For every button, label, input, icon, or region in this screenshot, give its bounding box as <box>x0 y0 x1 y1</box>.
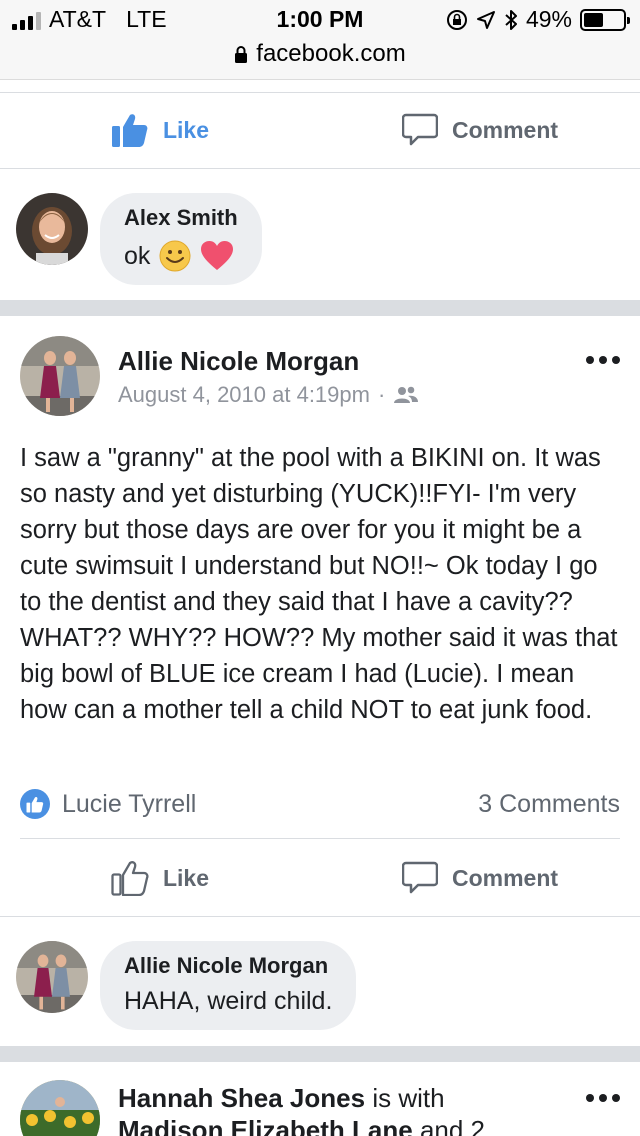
like-button[interactable]: Like <box>0 92 320 168</box>
dot <box>586 1094 594 1102</box>
status-right: 49% <box>446 6 630 33</box>
dot <box>599 356 607 364</box>
bluetooth-icon <box>505 9 517 30</box>
next-post-author[interactable]: Hannah Shea Jones <box>118 1083 365 1113</box>
address-bar[interactable]: facebook.com <box>0 40 640 68</box>
comment-button[interactable]: Comment <box>320 840 640 916</box>
comment-label: Comment <box>451 116 559 143</box>
avatar[interactable] <box>16 193 88 265</box>
smiley-emoji <box>159 240 191 272</box>
comment-bubble[interactable]: Allie Nicole Morgan HAHA, weird child. <box>100 941 357 1030</box>
reactions-summary[interactable]: Lucie Tyrrell <box>20 789 196 819</box>
more-options-button[interactable] <box>586 356 620 364</box>
comment-text: ok <box>124 239 238 273</box>
comment-button[interactable]: Comment <box>320 92 640 168</box>
avatar[interactable] <box>20 1080 100 1136</box>
battery-percent: 49% <box>525 6 572 32</box>
thumbs-up-outline-icon <box>111 861 149 896</box>
next-post-header: Hannah Shea Jones is with Madison Elizab… <box>20 1080 620 1136</box>
post-author[interactable]: Allie Nicole Morgan <box>118 346 359 377</box>
status-bar: AT&T LTE 1:00 PM 49% facebook.com <box>0 0 640 80</box>
comment-icon <box>401 861 438 894</box>
post-action-bar: Like Comment <box>0 840 640 916</box>
liked-by-name: Lucie Tyrrell <box>62 789 197 818</box>
like-label: Like <box>162 116 210 143</box>
divider <box>0 168 640 169</box>
post-timestamp[interactable]: August 4, 2010 at 4:19pm <box>118 382 370 408</box>
next-post-tagged[interactable]: Madison Elizabeth Lane <box>118 1115 413 1136</box>
url-text: facebook.com <box>256 40 406 67</box>
meta-separator: · <box>377 382 386 407</box>
lock-icon <box>235 46 248 63</box>
like-reaction-icon <box>20 789 50 819</box>
next-post-tail[interactable]: and 2 <box>420 1115 485 1136</box>
comment-text: HAHA, weird child. <box>124 987 333 1015</box>
avatar[interactable] <box>20 336 100 416</box>
location-arrow-icon <box>476 10 495 29</box>
dot <box>586 356 594 364</box>
orientation-lock-icon <box>446 9 467 30</box>
divider <box>0 916 640 917</box>
comment-author[interactable]: Allie Nicole Morgan <box>124 953 332 979</box>
dot <box>599 1094 607 1102</box>
comment-item: Allie Nicole Morgan HAHA, weird child. <box>16 941 357 1030</box>
comment-bubble[interactable]: Alex Smith ok <box>100 193 262 285</box>
post-separator <box>0 300 640 316</box>
next-post-title: Hannah Shea Jones is with Madison Elizab… <box>118 1082 538 1136</box>
post-meta: August 4, 2010 at 4:19pm · <box>118 382 419 408</box>
next-post-connector: is with <box>372 1083 445 1113</box>
like-button[interactable]: Like <box>0 840 320 916</box>
like-label: Like <box>162 864 210 891</box>
reactions-bar: Lucie Tyrrell 3 Comments <box>20 786 620 822</box>
post-body: I saw a "granny" at the pool with a BIKI… <box>20 444 618 724</box>
comment-author[interactable]: Alex Smith <box>124 205 238 231</box>
divider <box>20 838 620 839</box>
thumbs-up-filled-icon <box>111 114 148 147</box>
comment-text-body: ok <box>124 241 151 270</box>
battery-fill <box>584 12 603 27</box>
dot <box>612 356 620 364</box>
friends-icon <box>394 386 419 403</box>
comment-icon <box>401 113 438 146</box>
post-separator <box>0 1046 640 1062</box>
avatar[interactable] <box>16 941 88 1013</box>
comments-count[interactable]: 3 Comments <box>478 790 620 819</box>
top-action-bar: Like Comment <box>0 92 640 168</box>
dot <box>612 1094 620 1102</box>
more-options-button[interactable] <box>586 1094 620 1102</box>
heart-emoji <box>201 241 234 270</box>
battery-icon <box>580 8 630 31</box>
comment-item: Alex Smith ok <box>16 193 262 285</box>
comment-label: Comment <box>451 864 559 891</box>
post-header: Allie Nicole Morgan August 4, 2010 at 4:… <box>20 336 620 416</box>
